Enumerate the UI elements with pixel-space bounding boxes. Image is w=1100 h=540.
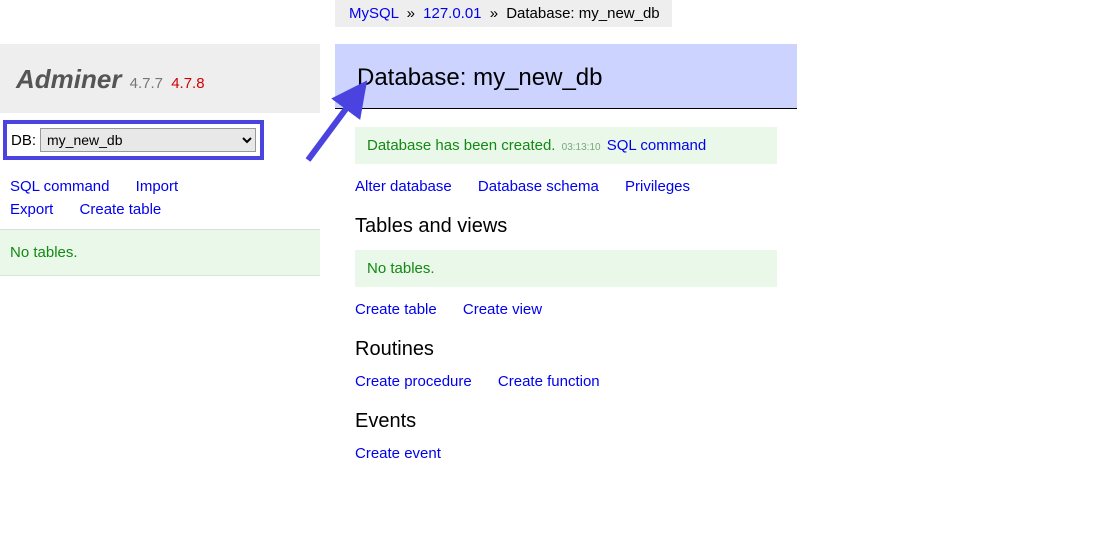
create-procedure-link[interactable]: Create procedure bbox=[355, 373, 472, 390]
brand-box: Adminer 4.7.7 4.7.8 bbox=[0, 44, 320, 113]
db-select-label: DB: bbox=[11, 132, 36, 149]
create-table-link[interactable]: Create table bbox=[355, 301, 437, 318]
db-action-links: Alter database Database schema Privilege… bbox=[355, 178, 777, 195]
breadcrumb-sep: » bbox=[486, 5, 502, 22]
section-routines: Routines bbox=[355, 338, 777, 361]
db-selector-highlight: DB: my_new_db bbox=[3, 120, 264, 160]
notice-db-created: Database has been created. 03:13:10 SQL … bbox=[355, 127, 777, 164]
db-select[interactable]: my_new_db bbox=[40, 128, 256, 152]
create-function-link[interactable]: Create function bbox=[498, 373, 600, 390]
database-schema-link[interactable]: Database schema bbox=[478, 178, 599, 195]
create-event-link[interactable]: Create event bbox=[355, 445, 441, 462]
sidebar-link-export[interactable]: Export bbox=[10, 199, 53, 222]
main: Database: my_new_db Database has been cr… bbox=[335, 44, 797, 462]
section-tables-views: Tables and views bbox=[355, 215, 777, 238]
routine-action-links: Create procedure Create function bbox=[355, 373, 777, 390]
notice-time: 03:13:10 bbox=[560, 142, 603, 153]
page-title: Database: my_new_db bbox=[335, 44, 797, 109]
main-content: Database has been created. 03:13:10 SQL … bbox=[335, 109, 797, 462]
breadcrumb-current: Database: my_new_db bbox=[506, 5, 659, 22]
notice-text: Database has been created. bbox=[367, 137, 555, 154]
sidebar-link-sql-command[interactable]: SQL command bbox=[10, 176, 110, 199]
alter-database-link[interactable]: Alter database bbox=[355, 178, 452, 195]
sidebar-links: SQL command Import Export Create table bbox=[0, 166, 320, 230]
breadcrumb-host-link[interactable]: 127.0.01 bbox=[423, 5, 481, 22]
section-events: Events bbox=[355, 410, 777, 433]
privileges-link[interactable]: Privileges bbox=[625, 178, 690, 195]
sidebar-link-create-table[interactable]: Create table bbox=[80, 199, 162, 222]
breadcrumb: MySQL » 127.0.01 » Database: my_new_db bbox=[335, 0, 672, 27]
sidebar-link-import[interactable]: Import bbox=[136, 176, 179, 199]
brand-update-version[interactable]: 4.7.8 bbox=[167, 75, 204, 92]
brand-name: Adminer bbox=[16, 64, 121, 94]
sidebar-no-tables-msg: No tables. bbox=[0, 230, 320, 276]
create-view-link[interactable]: Create view bbox=[463, 301, 542, 318]
breadcrumb-sep: » bbox=[403, 5, 419, 22]
table-action-links: Create table Create view bbox=[355, 301, 777, 318]
event-action-links: Create event bbox=[355, 445, 777, 462]
notice-sql-command-link[interactable]: SQL command bbox=[607, 137, 707, 154]
brand-version: 4.7.7 bbox=[126, 75, 163, 92]
breadcrumb-driver-link[interactable]: MySQL bbox=[349, 5, 398, 22]
sidebar: Adminer 4.7.7 4.7.8 DB: my_new_db SQL co… bbox=[0, 44, 320, 276]
no-tables-msg: No tables. bbox=[355, 250, 777, 287]
